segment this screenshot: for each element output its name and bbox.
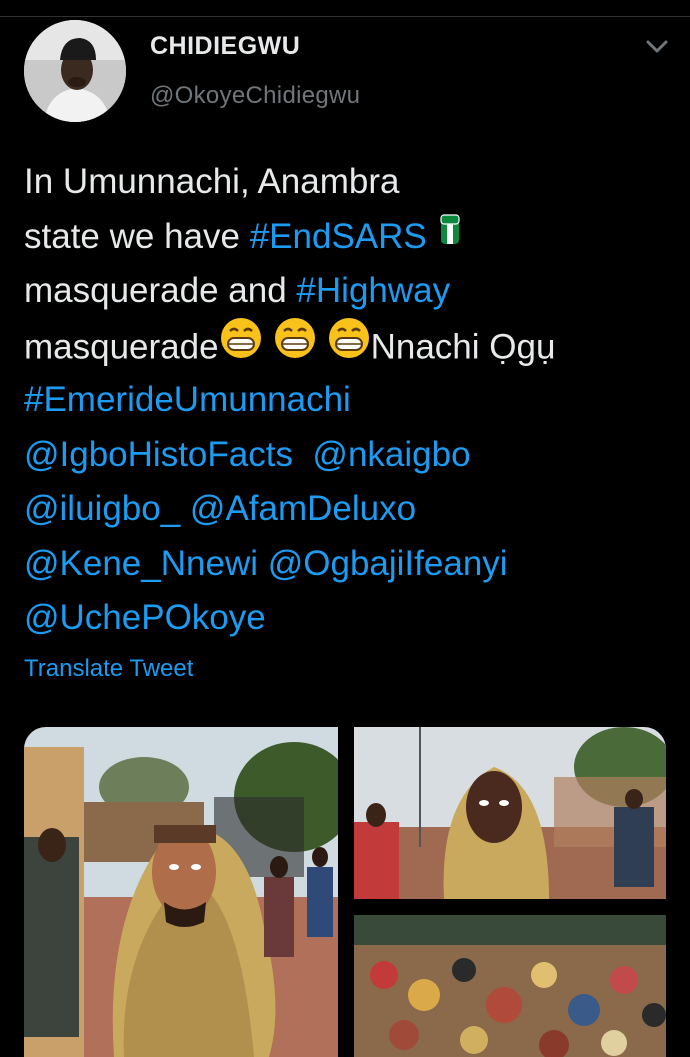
mention-ogbajiifeanyi[interactable]: @OgbajiIfeanyi [268, 544, 508, 583]
photo-endsars-masquerade[interactable] [354, 727, 666, 899]
tweet-text-segment: masquerade and [24, 271, 297, 310]
raised-fist-emoji [437, 208, 463, 263]
hashtag-highway[interactable]: #Highway [296, 271, 450, 310]
tweet-line: masquerade and #Highway [24, 264, 664, 319]
tweet-text-segment: masquerade [24, 327, 219, 366]
grinning-face-emoji [219, 316, 263, 377]
tweet-line: @UchePOkoye [24, 591, 664, 646]
avatar[interactable] [24, 20, 126, 122]
tweet-line: state we have #EndSARS [24, 210, 664, 265]
mention-kene-nnewi[interactable]: @Kene_Nnewi [24, 544, 258, 583]
hashtag-endsars[interactable]: #EndSARS [250, 217, 427, 256]
translate-tweet-link[interactable]: Translate Tweet [24, 655, 193, 683]
tweet-text-segment: Nnachi Ọgụ [370, 327, 556, 366]
photo-highway-masquerade[interactable] [24, 727, 338, 1057]
mention-ucheookoye[interactable]: @UchePOkoye [24, 598, 266, 637]
chevron-down-icon[interactable] [644, 36, 670, 56]
top-divider [0, 16, 690, 17]
grinning-face-emoji [327, 316, 371, 377]
mention-afamdeluxo[interactable]: @AfamDeluxo [190, 489, 416, 528]
mention-nkaigbo[interactable]: @nkaigbo [312, 435, 470, 474]
tweet-line: In Umunnachi, Anambra [24, 155, 664, 210]
tweet-line: @IgboHistoFacts @nkaigbo [24, 428, 664, 483]
tweet-text-segment: In Umunnachi, Anambra [24, 162, 400, 201]
photo-crowd[interactable] [354, 915, 666, 1057]
media-grid [24, 727, 666, 1057]
tweet-line: masquerade Nnachi Ọgụ [24, 316, 664, 377]
hashtag-emeride[interactable]: #EmerideUmunnachi [24, 380, 351, 419]
user-handle[interactable]: @OkoyeChidiegwu [150, 82, 360, 110]
tweet-text: In Umunnachi, Anambra state we have #End… [24, 155, 664, 646]
mention-igbohistofacts[interactable]: @IgboHistoFacts [24, 435, 293, 474]
mention-iluigbo[interactable]: @iluigbo_ [24, 489, 180, 528]
tweet-line: @iluigbo_ @AfamDeluxo [24, 482, 664, 537]
grinning-face-emoji [273, 316, 317, 377]
tweet-text-segment: state we have [24, 216, 250, 256]
tweet-line: #EmerideUmunnachi [24, 373, 664, 428]
tweet-line: @Kene_Nnewi @OgbajiIfeanyi [24, 537, 664, 592]
display-name[interactable]: CHIDIEGWU [150, 32, 300, 61]
